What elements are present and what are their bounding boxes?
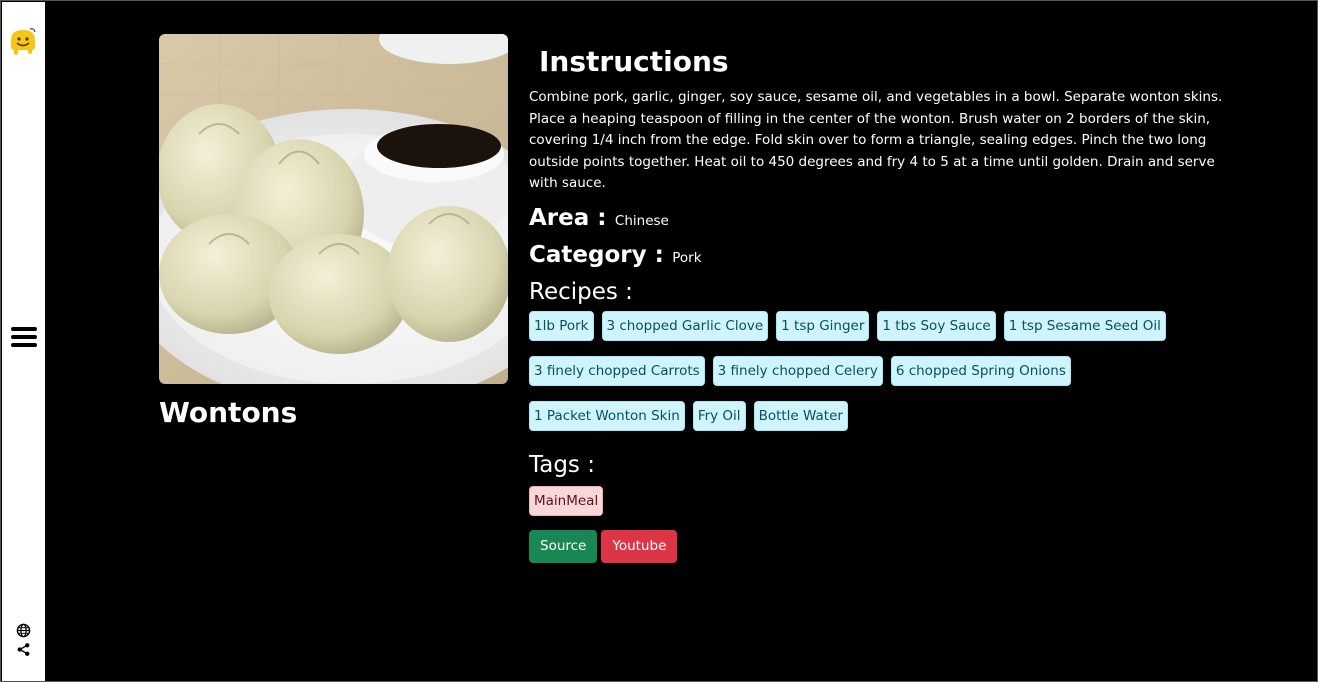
instructions-heading: Instructions — [539, 45, 729, 78]
recipe-item: 1 tsp Ginger — [776, 310, 870, 341]
tag-item: MainMeal — [529, 485, 604, 516]
recipe-item: 1lb Pork — [529, 310, 594, 341]
youtube-button[interactable]: Youtube — [601, 529, 678, 563]
recipe-item: 1 tbs Soy Sauce — [877, 310, 996, 341]
recipe-item: 6 chopped Spring Onions — [890, 355, 1071, 386]
instructions-text: Combine pork, garlic, ginger, soy sauce,… — [529, 89, 1223, 191]
area-row: Area : Chinese — [529, 203, 1249, 236]
recipe-item: Fry Oil — [692, 400, 746, 431]
recipes-heading: Recipes : — [529, 278, 633, 305]
tags-list: MainMeal — [529, 480, 1249, 516]
menu-icon[interactable] — [11, 327, 37, 355]
area-value: Chinese — [614, 212, 669, 229]
source-button[interactable]: Source — [529, 529, 598, 563]
area-label: Area : — [529, 204, 607, 231]
recipe-item: 3 chopped Garlic Clove — [601, 310, 769, 341]
meal-details: Instructions Combine pork, garlic, ginge… — [529, 45, 1249, 563]
category-row: Category : Pork — [529, 240, 1249, 273]
recipe-item: 3 finely chopped Carrots — [529, 355, 705, 386]
recipe-item: 1 tsp Sesame Seed Oil — [1003, 310, 1166, 341]
tags-heading: Tags : — [529, 451, 595, 478]
share-icon[interactable] — [16, 642, 31, 657]
link-buttons: Source Youtube — [529, 529, 1249, 563]
globe-icon[interactable] — [16, 623, 31, 638]
meal-image — [159, 34, 508, 384]
recipe-item: 1 Packet Wonton Skin — [529, 400, 685, 431]
logo-icon[interactable] — [8, 26, 38, 56]
sidebar — [2, 2, 45, 681]
recipe-item: 3 finely chopped Celery — [712, 355, 883, 386]
category-value: Pork — [672, 249, 702, 266]
meal-title: Wontons — [159, 396, 298, 429]
recipe-item: Bottle Water — [753, 400, 848, 431]
recipes-list: 1lb Pork 3 chopped Garlic Clove 1 tsp Gi… — [529, 310, 1229, 446]
category-label: Category : — [529, 241, 664, 268]
app-frame: Wontons Instructions Combine pork, garli… — [0, 0, 1318, 682]
